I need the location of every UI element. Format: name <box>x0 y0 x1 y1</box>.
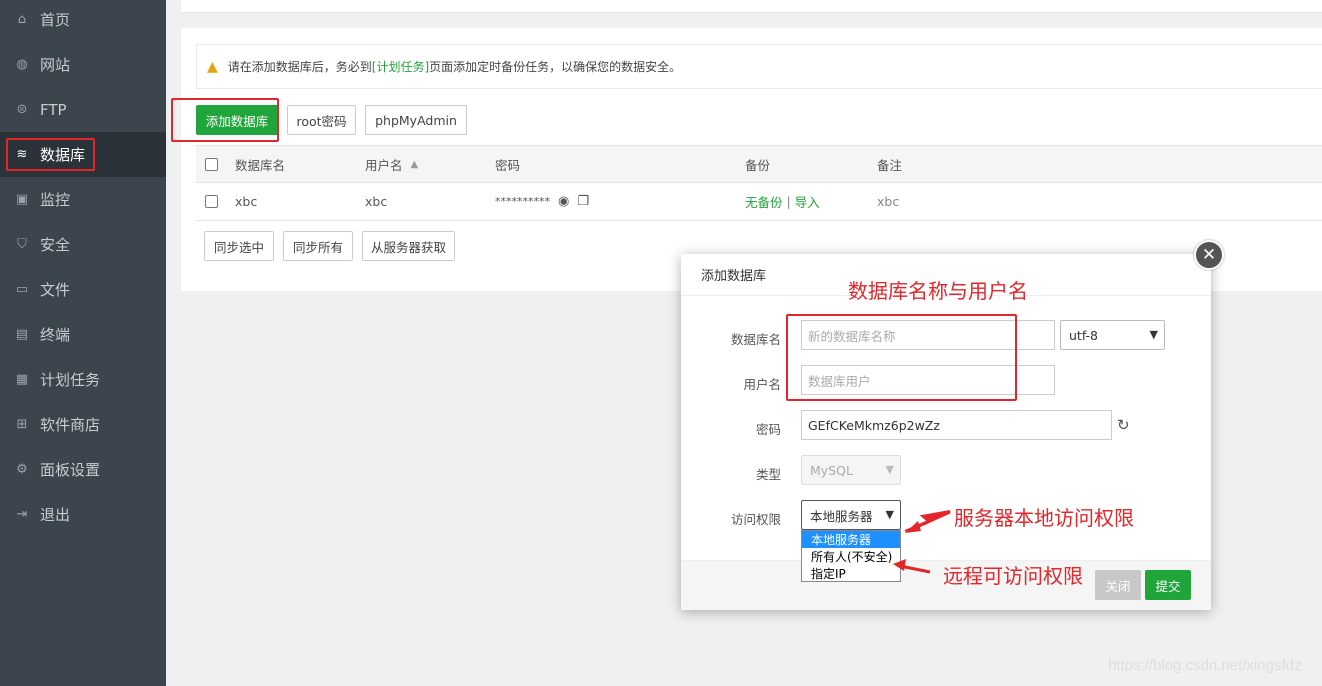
password-input[interactable]: GEfCKeMkmz6p2wZz <box>801 410 1112 440</box>
monitor-icon: ▣ <box>15 192 29 207</box>
password-label: 密码 <box>755 422 781 437</box>
row-checkbox[interactable] <box>205 195 218 208</box>
shield-icon: ⛉ <box>17 237 27 252</box>
access-option-ip[interactable]: 指定IP <box>802 565 900 582</box>
row-user: xbc <box>365 194 388 209</box>
terminal-icon: ▤ <box>15 327 29 342</box>
gear-icon: ⚙ <box>16 462 28 477</box>
access-option-everyone[interactable]: 所有人(不安全) <box>802 548 900 565</box>
access-option-local[interactable]: 本地服务器 <box>802 531 900 548</box>
sidebar-item-label: 计划任务 <box>40 371 101 389</box>
row-note[interactable]: xbc <box>877 183 899 220</box>
backup-separator: | <box>786 194 791 209</box>
chevron-down-icon: ▼ <box>885 463 894 476</box>
type-value: MySQL <box>810 462 853 478</box>
apps-icon: ⊞ <box>16 417 28 432</box>
charset-value: utf-8 <box>1069 327 1099 343</box>
annotation-box-add-button <box>171 98 279 142</box>
sidebar-item-label: 安全 <box>40 236 71 254</box>
logout-icon: ⇥ <box>16 507 28 522</box>
sidebar-item-cron[interactable]: ▦ 计划任务 <box>0 357 166 402</box>
sidebar: ⌂ 首页 ◍ 网站 ⊜ FTP ≋ 数据库 ▣ 监控 ⛉ 安全 ▭ 文件 ▤ 终… <box>0 0 166 686</box>
type-select: MySQL ▼ <box>801 455 901 485</box>
import-link[interactable]: 导入 <box>795 192 820 211</box>
dialog-close-icon[interactable]: ✕ <box>1194 240 1224 270</box>
sidebar-item-monitor[interactable]: ▣ 监控 <box>0 177 166 222</box>
sync-all-button[interactable]: 同步所有 <box>283 231 353 261</box>
annotation-local-access: 服务器本地访问权限 <box>954 506 1134 530</box>
copy-icon[interactable]: ❐ <box>577 194 589 209</box>
phpmyadmin-button[interactable]: phpMyAdmin <box>365 105 467 135</box>
sidebar-item-settings[interactable]: ⚙ 面板设置 <box>0 447 166 492</box>
col-user-label: 用户名 <box>365 157 403 173</box>
annotation-box-sidebar-database <box>6 138 95 171</box>
add-database-dialog: 添加数据库 数据库名 新的数据库名称 utf-8 ▼ 用户名 数据库用户 密码 … <box>681 254 1211 610</box>
annotation-name-user: 数据库名称与用户名 <box>848 279 1028 303</box>
globe-icon: ◍ <box>16 57 28 72</box>
sidebar-item-label: 监控 <box>40 191 71 209</box>
sidebar-item-store[interactable]: ⊞ 软件商店 <box>0 402 166 447</box>
warning-text-after: 页面添加定时备份任务，以确保您的数据安全。 <box>429 60 682 74</box>
col-user[interactable]: 用户名 ▲ <box>365 146 418 182</box>
col-db-name[interactable]: 数据库名 <box>235 146 285 182</box>
col-password: 密码 <box>495 157 521 173</box>
chevron-down-icon: ▼ <box>1149 328 1158 341</box>
root-password-button[interactable]: root密码 <box>287 105 356 135</box>
user-label: 用户名 <box>743 377 781 392</box>
backup-status-link[interactable]: 无备份 <box>745 192 783 211</box>
sidebar-item-label: FTP <box>40 100 67 119</box>
warning-text-before: 请在添加数据库后，务必到 <box>227 60 372 74</box>
annotation-remote-access: 远程可访问权限 <box>943 564 1083 588</box>
sidebar-item-ftp[interactable]: ⊜ FTP <box>0 87 166 132</box>
sidebar-item-label: 网站 <box>40 56 71 74</box>
backup-warning: ▲ 请在添加数据库后，务必到 [计划任务] 页面添加定时备份任务，以确保您的数据… <box>196 44 1322 89</box>
fetch-from-server-button[interactable]: 从服务器获取 <box>362 231 455 261</box>
submit-button[interactable]: 提交 <box>1145 570 1191 600</box>
warning-icon: ▲ <box>207 58 218 75</box>
refresh-icon[interactable]: ↻ <box>1117 416 1130 434</box>
charset-select[interactable]: utf-8 ▼ <box>1060 320 1165 350</box>
sidebar-item-label: 首页 <box>40 11 71 29</box>
sidebar-item-label: 文件 <box>40 281 71 299</box>
row-backup: 无备份 | 导入 <box>745 183 820 220</box>
calendar-icon: ▦ <box>15 372 29 387</box>
folder-icon: ▭ <box>15 282 29 297</box>
col-note: 备注 <box>877 157 903 173</box>
access-label: 访问权限 <box>730 512 781 527</box>
sidebar-item-label: 退出 <box>40 506 71 524</box>
chevron-down-icon: ▼ <box>885 508 894 521</box>
cron-link[interactable]: [计划任务] <box>372 58 429 75</box>
password-mask: ********** <box>495 195 550 208</box>
ftp-icon: ⊜ <box>16 102 28 117</box>
top-panel <box>181 0 1322 13</box>
table-row: xbc xbc ********** ◉ ❐ 无备份 | 导入 xbc <box>196 183 1322 221</box>
sync-selected-button[interactable]: 同步选中 <box>204 231 274 261</box>
sidebar-item-security[interactable]: ⛉ 安全 <box>0 222 166 267</box>
access-select[interactable]: 本地服务器 ▼ <box>801 500 901 530</box>
sidebar-item-label: 面板设置 <box>40 461 101 479</box>
sidebar-item-files[interactable]: ▭ 文件 <box>0 267 166 312</box>
close-button[interactable]: 关闭 <box>1095 570 1141 600</box>
sidebar-item-label: 软件商店 <box>40 416 101 434</box>
sidebar-item-terminal[interactable]: ▤ 终端 <box>0 312 166 357</box>
row-db-name: xbc <box>235 194 258 209</box>
watermark: https://blog.csdn.net/xingsfdz <box>1108 657 1302 674</box>
sidebar-item-home[interactable]: ⌂ 首页 <box>0 0 166 42</box>
annotation-box-name-user <box>786 314 1017 401</box>
row-password: ********** ◉ ❐ <box>495 183 589 220</box>
eye-icon[interactable]: ◉ <box>558 194 569 209</box>
table-header: 数据库名 用户名 ▲ 密码 备份 备注 <box>196 145 1322 183</box>
access-value: 本地服务器 <box>810 508 873 524</box>
db-name-label: 数据库名 <box>730 332 781 347</box>
type-label: 类型 <box>755 467 781 482</box>
select-all-checkbox[interactable] <box>205 157 218 171</box>
col-backup: 备份 <box>745 157 771 173</box>
home-icon: ⌂ <box>17 12 27 27</box>
sidebar-item-label: 终端 <box>40 326 71 344</box>
access-dropdown-list: 本地服务器 所有人(不安全) 指定IP <box>801 530 901 582</box>
sidebar-item-logout[interactable]: ⇥ 退出 <box>0 492 166 537</box>
sidebar-item-website[interactable]: ◍ 网站 <box>0 42 166 87</box>
sort-asc-icon: ▲ <box>410 158 419 170</box>
